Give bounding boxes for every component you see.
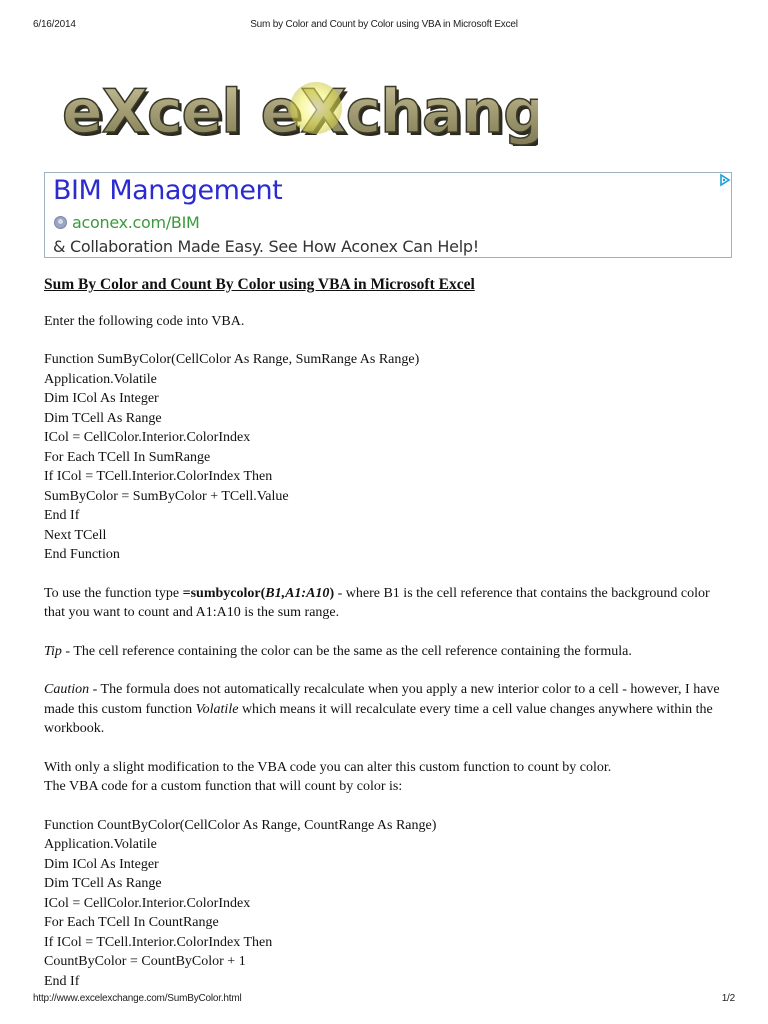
print-page-title: Sum by Color and Count by Color using VB…: [250, 19, 518, 30]
code-line: Application.Volatile: [44, 371, 157, 387]
code-line: Dim ICol As Integer: [44, 391, 159, 406]
caution-paragraph: Caution - The formula does not automatic…: [44, 680, 734, 739]
caution-label: Caution: [44, 682, 90, 697]
code-line: Dim ICol As Integer: [44, 856, 159, 872]
article-body: Sum By Color and Count By Color using VB…: [44, 275, 734, 1010]
logo-graphic: eXcel eXchange eXcel eXchange: [61, 76, 589, 150]
code-line: If ICol = TCell.Interior.ColorIndex Then: [44, 934, 273, 950]
modification-line-2: The VBA code for a custom function that …: [44, 779, 403, 794]
usage-prefix: To use the function type: [44, 585, 183, 601]
code-line: Dim TCell As Range: [44, 410, 162, 426]
formula-bold: =sumbycolor(B1,A1:A10): [183, 586, 335, 601]
code-line: End Function: [44, 547, 120, 562]
count-code-block: Function CountByColor(CellColor As Range…: [44, 816, 734, 992]
caution-emphasis: Volatile: [195, 701, 239, 717]
globe-icon: [54, 216, 67, 229]
ad-url-row[interactable]: aconex.com/BIM: [54, 213, 200, 232]
tip-paragraph: Tip - The cell reference containing the …: [44, 642, 734, 662]
formula-name: =sumbycolor(: [182, 585, 266, 601]
site-logo[interactable]: eXcel eXchange eXcel eXchange: [58, 76, 589, 150]
code-line: SumByColor = SumByColor + TCell.Value: [44, 488, 289, 504]
code-line: Next TCell: [44, 527, 107, 543]
tip-text: - The cell reference containing the colo…: [61, 643, 632, 659]
code-line: For Each TCell In CountRange: [44, 915, 219, 930]
ad-title-link[interactable]: BIM Management: [53, 175, 283, 206]
code-line: End If: [44, 508, 80, 523]
code-line: End If: [44, 973, 80, 989]
code-line: If ICol = TCell.Interior.ColorIndex Then: [44, 469, 273, 484]
ad-banner[interactable]: BIM Management aconex.com/BIM & Collabor…: [44, 172, 732, 258]
modification-paragraph: With only a slight modification to the V…: [44, 758, 734, 797]
intro-text: Enter the following code into VBA.: [44, 313, 245, 329]
code-line: ICol = CellColor.Interior.ColorIndex: [44, 895, 251, 911]
code-line: Application.Volatile: [44, 837, 157, 852]
usage-paragraph: To use the function type =sumbycolor(B1,…: [44, 584, 734, 623]
tip-label: Tip: [44, 643, 62, 659]
article-heading: Sum By Color and Count By Color using VB…: [44, 276, 475, 293]
formula-args: B1,A1:A10: [265, 585, 330, 601]
ad-url-link[interactable]: aconex.com/BIM: [72, 213, 200, 232]
adchoices-icon[interactable]: [717, 173, 731, 187]
code-line: Function SumByColor(CellColor As Range, …: [44, 352, 420, 367]
code-line: CountByColor = CountByColor + 1: [44, 954, 246, 969]
ad-description: & Collaboration Made Easy. See How Acone…: [53, 237, 479, 256]
code-line: Function CountByColor(CellColor As Range…: [44, 817, 437, 833]
code-line: For Each TCell In SumRange: [44, 449, 211, 465]
code-line: ICol = CellColor.Interior.ColorIndex: [44, 430, 251, 445]
modification-line-1: With only a slight modification to the V…: [44, 759, 612, 775]
code-line: Dim TCell As Range: [44, 876, 162, 891]
print-url: http://www.excelexchange.com/SumByColor.…: [33, 993, 242, 1004]
sum-code-block: Function SumByColor(CellColor As Range, …: [44, 350, 734, 565]
logo-highlight: [290, 82, 342, 134]
print-page-number: 1/2: [721, 993, 736, 1004]
